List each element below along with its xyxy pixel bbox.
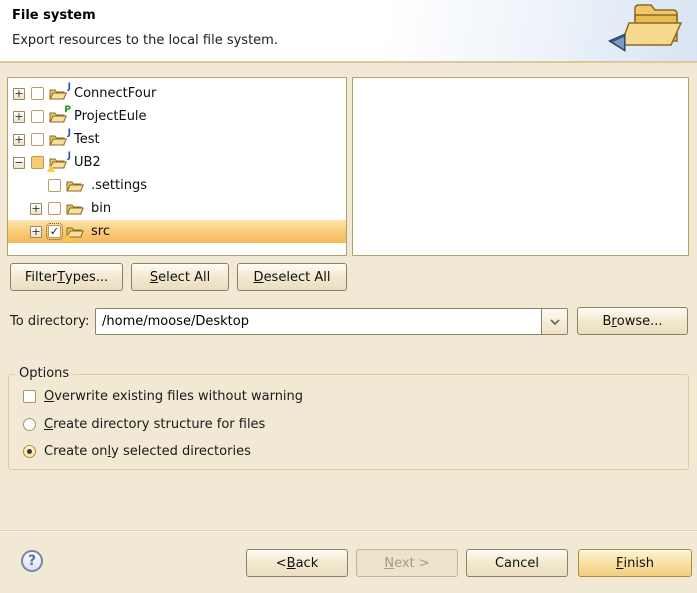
tree-item-ub2[interactable]: − J UB2 [8, 151, 346, 174]
java-decorator: J [68, 151, 71, 161]
expand-plus-icon[interactable]: + [30, 226, 42, 238]
destination-combo[interactable]: /home/moose/Desktop [95, 308, 568, 335]
directory-structure-label: Create directory structure for files [44, 417, 265, 432]
label-part: eselect All [264, 270, 331, 285]
java-decorator: J [68, 128, 71, 138]
tree-item-label: src [91, 224, 110, 239]
directory-structure-option[interactable]: Create directory structure for files [23, 416, 265, 432]
label-part: < [276, 556, 287, 571]
label-mnemonic: N [384, 556, 394, 571]
checkbox[interactable] [48, 179, 61, 192]
only-selected-label: Create only selected directories [44, 444, 251, 459]
label-mnemonic: O [44, 389, 54, 404]
label-part: inish [624, 556, 654, 571]
export-wizard-dialog: { "header": { "title": "File system", "s… [0, 0, 697, 593]
page-subtitle: Export resources to the local file syste… [12, 33, 278, 48]
help-button[interactable]: ? [21, 550, 43, 572]
options-legend: Options [15, 366, 73, 381]
java-project-folder-icon: J [49, 86, 68, 101]
chevron-down-icon [549, 318, 561, 326]
browse-button[interactable]: Browse... [577, 307, 688, 335]
expand-plus-icon[interactable]: + [13, 111, 25, 123]
label-mnemonic: B [287, 556, 296, 571]
checkbox[interactable] [31, 87, 44, 100]
wizard-banner: File system Export resources to the loca… [0, 0, 697, 63]
tree-item-test[interactable]: + J Test [8, 128, 346, 151]
folder-icon [66, 201, 85, 216]
label-mnemonic: S [150, 270, 158, 285]
label-part: ypes... [65, 270, 108, 285]
label-part: ext > [394, 556, 430, 571]
overwrite-checkbox[interactable] [23, 390, 36, 403]
collapse-minus-icon[interactable]: − [13, 157, 25, 169]
footer-separator [0, 530, 697, 532]
page-title: File system [12, 8, 96, 23]
folder-warning-icon [66, 224, 85, 239]
cancel-button[interactable]: Cancel [466, 549, 568, 577]
options-group: Options Overwrite existing files without… [8, 374, 689, 470]
project-folder-icon: P [49, 109, 68, 124]
combo-dropdown-button[interactable] [541, 309, 567, 334]
tree-item-label: UB2 [74, 155, 101, 170]
label-part: y selected directories [111, 444, 251, 459]
label-mnemonic: C [44, 417, 53, 432]
expand-plus-icon[interactable]: + [13, 88, 25, 100]
tree-item-connectfour[interactable]: + J ConnectFour [8, 82, 346, 105]
tree-item-label: ProjectEule [74, 109, 147, 124]
label-part: Create on [44, 444, 108, 459]
project-decorator: P [64, 105, 71, 115]
tree-item-label: ConnectFour [74, 86, 156, 101]
checkbox[interactable] [31, 110, 44, 123]
label-part: B [602, 314, 611, 329]
label-part: Filter [25, 270, 57, 285]
overwrite-option[interactable]: Overwrite existing files without warning [23, 388, 303, 404]
cancel-label: Cancel [495, 556, 539, 571]
overwrite-label: Overwrite existing files without warning [44, 389, 303, 404]
expand-plus-icon[interactable]: + [30, 203, 42, 215]
only-selected-radio-selected[interactable] [23, 445, 36, 458]
only-selected-option[interactable]: Create only selected directories [23, 443, 251, 459]
filter-types-button[interactable]: Filter Types... [10, 263, 123, 291]
finish-button[interactable]: Finish [578, 549, 692, 577]
label-part: owse... [617, 314, 663, 329]
folder-icon [66, 178, 85, 193]
label-part: elect All [158, 270, 210, 285]
back-button[interactable]: < Back [246, 549, 348, 577]
tree-item-label: .settings [91, 178, 147, 193]
question-mark-icon: ? [28, 553, 36, 569]
label-mnemonic: T [57, 270, 65, 285]
deselect-all-button[interactable]: Deselect All [237, 263, 347, 291]
java-project-folder-warning-icon: J [49, 155, 68, 170]
directory-structure-radio[interactable] [23, 418, 36, 431]
destination-input[interactable]: /home/moose/Desktop [96, 309, 541, 334]
checkbox[interactable] [31, 133, 44, 146]
java-project-folder-icon: J [49, 132, 68, 147]
select-all-button[interactable]: Select All [131, 263, 229, 291]
expand-plus-icon[interactable]: + [13, 134, 25, 146]
label-part: verwrite existing files without warning [54, 389, 303, 404]
checkbox-grayed[interactable] [31, 156, 44, 169]
tree-item-bin[interactable]: + bin [8, 197, 346, 220]
tree-item-label: Test [74, 132, 100, 147]
tree-item-label: bin [91, 201, 111, 216]
tree-item-src-selected[interactable]: + ✓ src [8, 220, 346, 243]
label-part: ack [296, 556, 319, 571]
checkbox-checked[interactable]: ✓ [48, 225, 61, 238]
file-selection-panel [352, 77, 689, 256]
label-mnemonic: D [254, 270, 264, 285]
to-directory-label: To directory: [10, 314, 89, 329]
java-decorator: J [68, 82, 71, 92]
next-button: Next > [356, 549, 458, 577]
tree-item-projecteule[interactable]: + P ProjectEule [8, 105, 346, 128]
export-folder-icon [605, 1, 689, 61]
tree-item-settings[interactable]: .settings [8, 174, 346, 197]
label-mnemonic: F [616, 556, 623, 571]
label-part: reate directory structure for files [53, 417, 265, 432]
resource-tree: + J ConnectFour + P ProjectEule + J Test… [7, 77, 347, 256]
checkbox[interactable] [48, 202, 61, 215]
